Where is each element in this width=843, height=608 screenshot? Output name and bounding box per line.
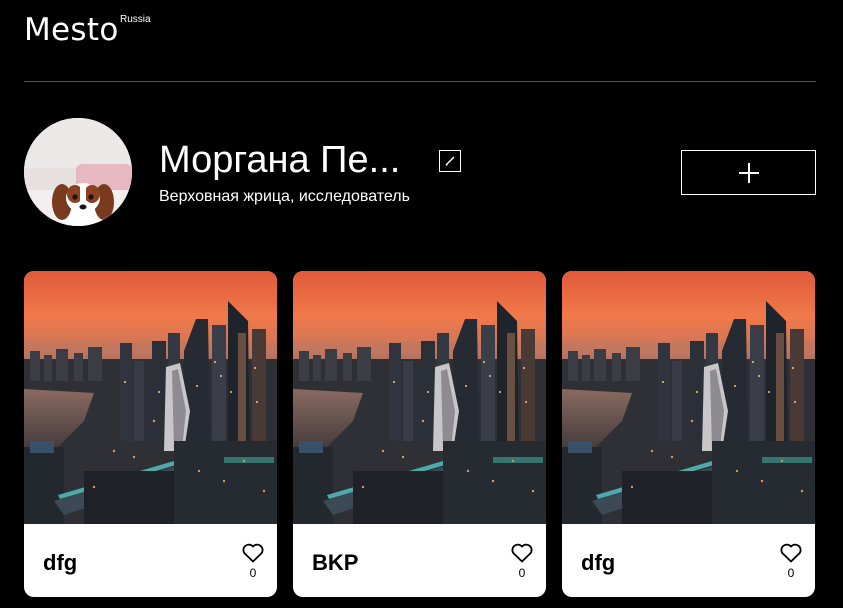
card-title: dfg <box>581 550 616 575</box>
card-footer: dfg 0 <box>24 524 277 597</box>
logo-text: Mesto <box>24 12 119 48</box>
heart-icon <box>242 543 264 563</box>
like-count: 0 <box>787 566 795 580</box>
card: BKP 0 <box>293 271 546 597</box>
card-footer: dfg 0 <box>562 524 815 597</box>
card-footer: BKP 0 <box>293 524 546 597</box>
like-count: 0 <box>249 566 257 580</box>
pencil-icon <box>445 156 455 166</box>
add-card-button[interactable] <box>681 150 816 195</box>
card-title: dfg <box>43 550 78 575</box>
edit-profile-button[interactable] <box>439 150 461 172</box>
profile-avatar[interactable] <box>24 118 132 226</box>
card-image[interactable] <box>24 271 277 524</box>
logo[interactable]: Mesto Russia <box>24 12 151 48</box>
card-title: BKP <box>312 550 359 575</box>
card: dfg 0 <box>24 271 277 597</box>
logo-superscript: Russia <box>120 14 151 25</box>
heart-icon <box>780 543 802 563</box>
card-image[interactable] <box>562 271 815 524</box>
header: Mesto Russia <box>24 0 816 82</box>
like-count: 0 <box>518 566 526 580</box>
profile-name: Моргана Пе... <box>159 139 401 181</box>
like-button[interactable] <box>780 543 802 563</box>
profile: Моргана Пе... Верховная жрица, исследова… <box>24 118 816 228</box>
heart-icon <box>511 543 533 563</box>
card: dfg 0 <box>562 271 815 597</box>
like-button[interactable] <box>511 543 533 563</box>
page: Mesto Russia Моргана Пе... Верховная жри… <box>0 0 843 608</box>
dog-avatar-icon <box>24 118 132 226</box>
profile-about: Верховная жрица, исследователь <box>159 188 410 205</box>
plus-icon <box>739 163 759 183</box>
card-image[interactable] <box>293 271 546 524</box>
like-button[interactable] <box>242 543 264 563</box>
